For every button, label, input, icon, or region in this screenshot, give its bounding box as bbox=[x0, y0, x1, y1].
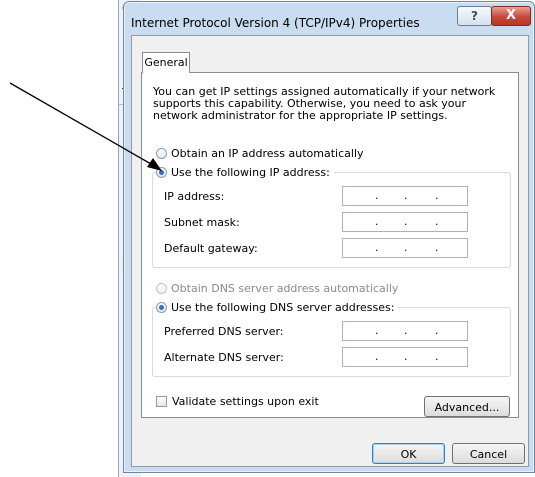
annotation-arrow bbox=[9, 82, 162, 171]
arrow-head bbox=[147, 158, 162, 171]
tab-general[interactable]: General bbox=[142, 52, 190, 73]
arrow-shaft bbox=[9, 82, 159, 169]
